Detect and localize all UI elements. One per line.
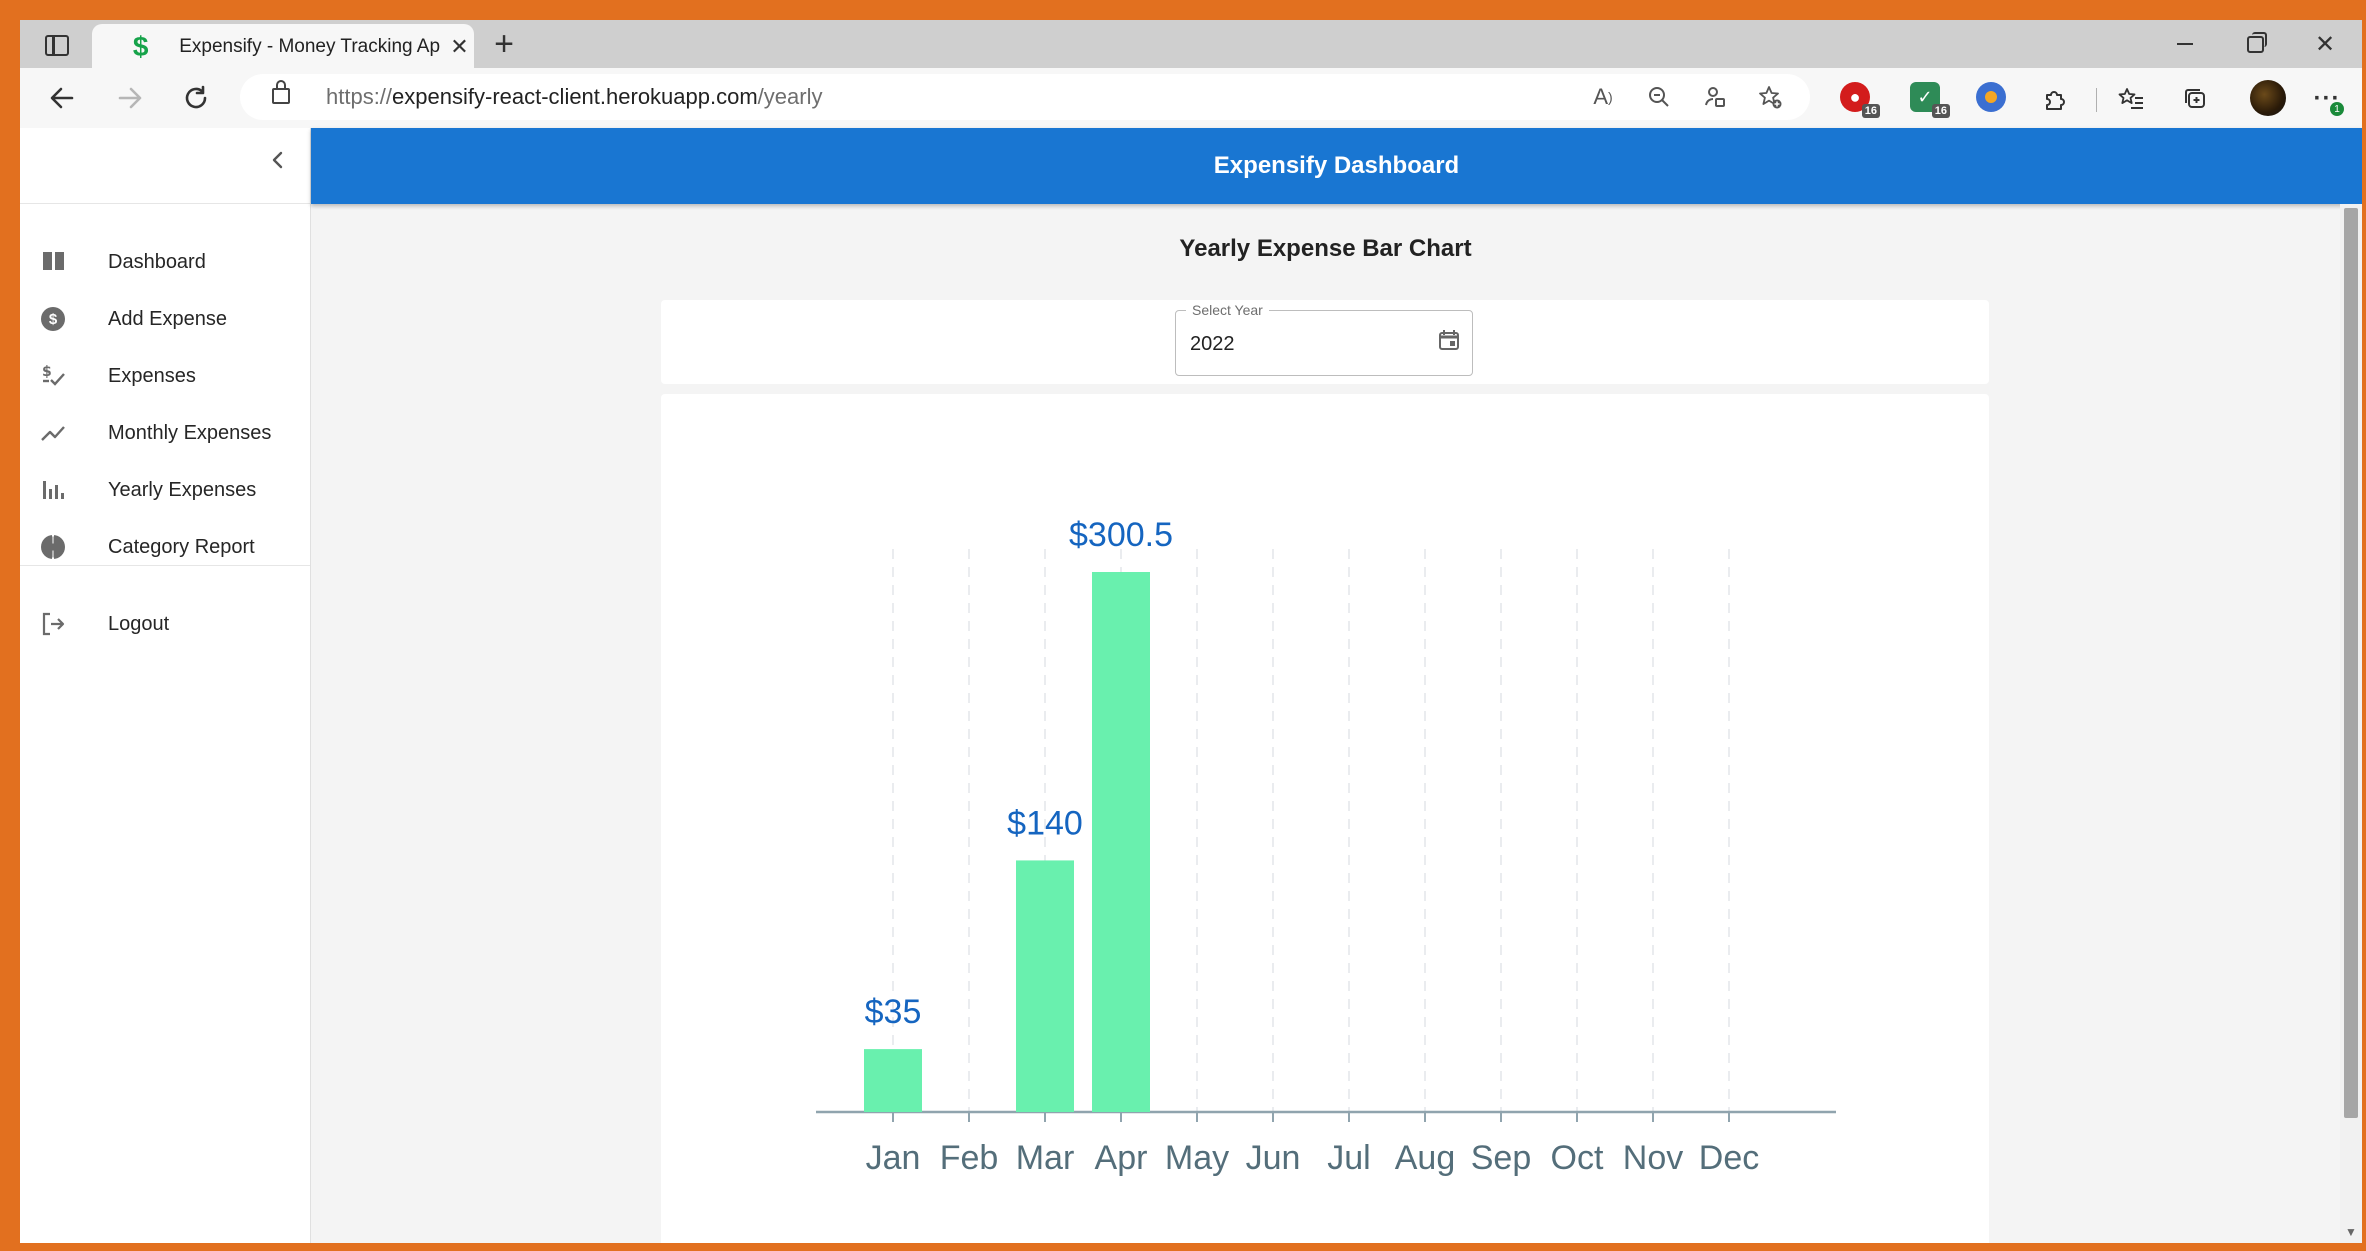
url-text: https://expensify-react-client.herokuapp…: [326, 84, 823, 109]
window-minimize-button[interactable]: [2162, 28, 2208, 60]
logout-icon: [40, 611, 66, 637]
chart-heading: Yearly Expense Bar Chart: [1179, 235, 1472, 262]
browser-window: $ Expensify - Money Tracking App ✕ + ✕ h…: [20, 20, 2362, 1243]
x-tick-label: Oct: [1551, 1139, 1604, 1177]
sidebar-item-monthly-expenses[interactable]: Monthly Expenses: [20, 405, 310, 461]
browser-essentials-icon[interactable]: [1700, 82, 1730, 112]
sidebar-item-label: Category Report: [108, 535, 255, 558]
expenses-icon: $: [40, 363, 66, 389]
chart-card: $35 Jan Feb $140 Mar $300.5 Apr May Jun Jul Aug Sep…: [661, 394, 1989, 1243]
select-year-field[interactable]: Select Year 2022: [1175, 302, 1473, 376]
x-tick-label: Mar: [1016, 1139, 1075, 1177]
refresh-icon: [185, 85, 207, 109]
x-tick-label: Feb: [940, 1139, 999, 1177]
browser-tab[interactable]: $ Expensify - Money Tracking App ✕: [92, 24, 474, 70]
web-page: Dashboard $ Add Expense $ Expenses Month…: [20, 128, 2362, 1243]
sidebar-divider: [20, 203, 310, 204]
sidebar-item-add-expense[interactable]: $ Add Expense: [20, 291, 310, 347]
sidebar-item-dashboard[interactable]: Dashboard: [20, 234, 310, 290]
favorites-icon[interactable]: [2116, 84, 2146, 114]
main-content: Yearly Expense Bar Chart Select Year 202…: [311, 204, 2340, 1243]
read-aloud-icon[interactable]: A): [1588, 82, 1618, 112]
sidebar-divider: [20, 565, 310, 566]
sidebar-item-label: Add Expense: [108, 307, 227, 330]
x-tick-label: Jun: [1246, 1139, 1301, 1177]
close-icon: ✕: [2314, 30, 2336, 58]
add-favorite-icon[interactable]: [1755, 82, 1785, 112]
calendar-icon[interactable]: [1438, 329, 1460, 351]
zoom-out-icon[interactable]: [1644, 82, 1674, 112]
bar-value-label: $300.5: [1069, 516, 1173, 554]
yearly-bar-chart: $35 Jan Feb $140 Mar $300.5 Apr May Jun Jul Aug Sep…: [816, 516, 1836, 1177]
dollar-circle-icon: $: [40, 306, 66, 332]
lock-icon[interactable]: [272, 80, 290, 104]
extension-red-icon[interactable]: ● 16: [1840, 82, 1880, 118]
collections-icon[interactable]: [2180, 84, 2210, 114]
bar-jan: [864, 1049, 922, 1112]
extension-circle-icon[interactable]: [1976, 82, 2006, 112]
extensions-puzzle-icon[interactable]: [2040, 84, 2070, 114]
sidebar-item-expenses[interactable]: $ Expenses: [20, 348, 310, 404]
app-header: Expensify Dashboard: [311, 128, 2362, 204]
bar-value-label: $35: [865, 993, 922, 1031]
x-tick-label: Sep: [1471, 1139, 1532, 1177]
x-tick-label: Jul: [1327, 1139, 1370, 1177]
select-year-label: Select Year: [1186, 302, 1269, 318]
year-picker-card: Select Year 2022: [661, 300, 1989, 384]
x-tick-label: Apr: [1095, 1139, 1148, 1177]
sidebar-item-category-report[interactable]: Category Report: [20, 519, 310, 575]
bar-apr: [1092, 572, 1150, 1112]
tab-strip: $ Expensify - Money Tracking App ✕ + ✕: [20, 20, 2362, 70]
sidebar: Dashboard $ Add Expense $ Expenses Month…: [20, 128, 311, 1243]
sidebar-item-label: Dashboard: [108, 250, 206, 273]
back-arrow-icon: [50, 87, 74, 109]
window-close-button[interactable]: ✕: [2302, 28, 2348, 60]
sidebar-item-label: Monthly Expenses: [108, 421, 272, 444]
minimize-icon: [2177, 43, 2193, 45]
svg-text:$: $: [42, 364, 52, 380]
tab-close-icon[interactable]: ✕: [445, 34, 474, 60]
extension-shield-icon[interactable]: ✓ 16: [1910, 82, 1950, 118]
x-tick-label: Aug: [1395, 1139, 1456, 1177]
forward-arrow-icon: [118, 87, 142, 109]
address-bar[interactable]: https://expensify-react-client.herokuapp…: [240, 74, 1810, 120]
back-button[interactable]: [42, 78, 82, 118]
sidebar-item-label: Logout: [108, 612, 170, 635]
sidebar-item-label: Expenses: [108, 364, 196, 387]
scroll-down-arrow-icon[interactable]: ▼: [2344, 1225, 2358, 1239]
tab-actions-button[interactable]: [36, 28, 78, 62]
sidebar-item-logout[interactable]: Logout: [20, 596, 310, 652]
sidebar-item-yearly-expenses[interactable]: Yearly Expenses: [20, 462, 310, 518]
select-year-value: 2022: [1190, 333, 1235, 355]
toolbar-divider: [2096, 88, 2097, 112]
tab-title: Expensify - Money Tracking App: [179, 36, 441, 57]
window-restore-button[interactable]: [2232, 28, 2278, 60]
x-tick-label: Jan: [866, 1139, 921, 1177]
collapse-sidebar-button[interactable]: [260, 142, 296, 178]
browser-toolbar: https://expensify-react-client.herokuapp…: [20, 68, 2362, 129]
bar-chart-icon: [40, 477, 66, 503]
scrollbar-thumb[interactable]: [2344, 208, 2358, 1118]
pie-chart-icon: [40, 534, 66, 560]
update-badge: 1: [2330, 102, 2344, 116]
page-title: Expensify Dashboard: [1213, 152, 1460, 179]
sidebar-item-label: Yearly Expenses: [108, 478, 257, 501]
page-scrollbar[interactable]: ▼: [2340, 204, 2362, 1243]
dollar-favicon-icon: $: [132, 31, 149, 62]
trend-line-icon: [40, 420, 66, 446]
tab-actions-icon: [45, 34, 69, 56]
x-tick-label: Dec: [1699, 1139, 1759, 1177]
forward-button[interactable]: [110, 78, 150, 118]
bar-value-label: $140: [1007, 804, 1083, 842]
restore-icon: [2246, 31, 2267, 53]
refresh-button[interactable]: [176, 78, 216, 118]
x-tick-label: May: [1165, 1139, 1229, 1177]
profile-avatar[interactable]: [2250, 80, 2286, 116]
bar-mar: [1016, 860, 1074, 1112]
new-tab-button[interactable]: +: [484, 25, 524, 63]
x-tick-label: Nov: [1623, 1139, 1683, 1177]
chevron-left-icon: [272, 151, 283, 169]
dashboard-icon: [40, 249, 66, 275]
